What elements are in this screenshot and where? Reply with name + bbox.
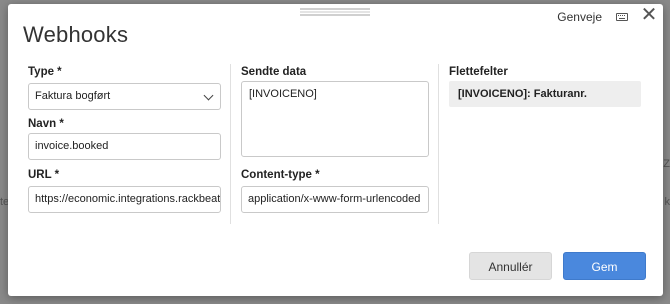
name-input[interactable]: invoice.booked	[28, 133, 221, 160]
type-select-value: Faktura bogført	[35, 90, 111, 102]
drag-handle[interactable]	[300, 8, 370, 16]
chevron-down-icon	[203, 90, 214, 101]
sent-data-textarea[interactable]: [INVOICENO]	[241, 81, 429, 157]
content-type-label: Content-type *	[241, 169, 320, 181]
background-text-fragment: k	[664, 196, 670, 208]
save-button[interactable]: Gem	[563, 252, 646, 280]
name-label: Navn *	[28, 118, 64, 130]
type-select[interactable]: Faktura bogført	[28, 83, 221, 110]
content-type-input[interactable]: application/x-www-form-urlencoded	[241, 186, 429, 213]
sent-data-label: Sendte data	[241, 66, 307, 78]
type-label: Type *	[28, 66, 62, 78]
url-input[interactable]: https://economic.integrations.rackbeat.c	[28, 186, 221, 213]
webhooks-dialog: Webhooks Genveje ✕ Type * Faktura bogfør…	[8, 4, 663, 296]
url-label: URL *	[28, 169, 60, 181]
close-icon[interactable]: ✕	[640, 5, 658, 25]
column-divider	[438, 64, 439, 224]
shortcuts-link[interactable]: Genveje	[557, 10, 602, 24]
background-text-fragment: Z	[663, 158, 670, 170]
cancel-button[interactable]: Annullér	[469, 252, 552, 280]
merge-fields-label: Flettefelter	[449, 66, 508, 78]
dialog-title: Webhooks	[23, 22, 129, 47]
keyboard-icon[interactable]	[616, 13, 628, 21]
merge-field-item[interactable]: [INVOICENO]: Fakturanr.	[449, 81, 641, 107]
column-divider	[230, 64, 231, 224]
